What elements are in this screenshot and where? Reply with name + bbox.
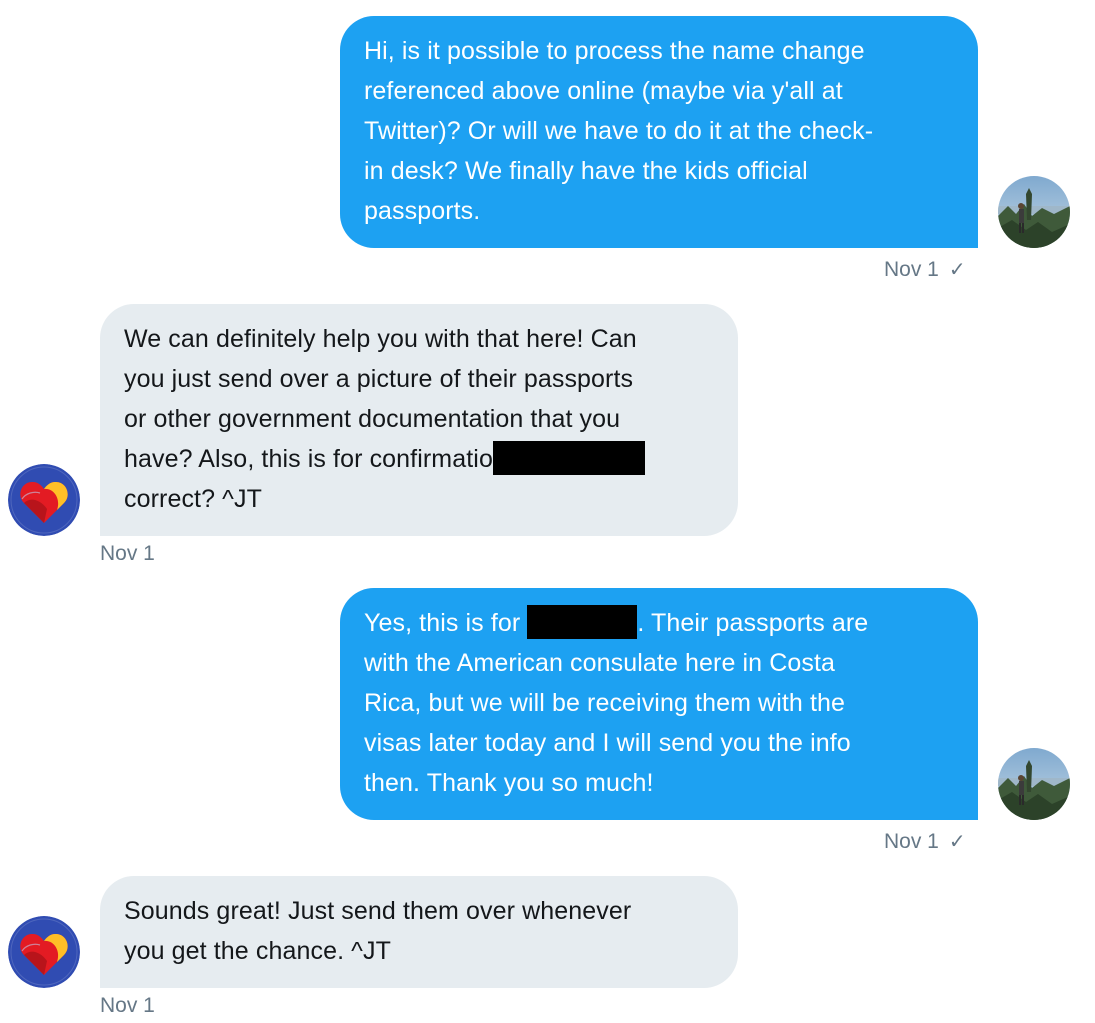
timestamp-text: Nov 1: [884, 258, 939, 281]
message-bubble-received[interactable]: We can definitely help you with that her…: [100, 304, 738, 536]
message-text-line: you get the chance. ^JT: [124, 937, 391, 965]
timestamp-text: Nov 1: [100, 542, 155, 565]
timestamp-text: Nov 1: [100, 994, 155, 1017]
message-text-line: with the American consulate here in Cost…: [364, 649, 836, 677]
message-text-line: in desk? We finally have the kids offici…: [364, 157, 808, 185]
southwest-heart-logo-icon: [8, 464, 80, 536]
message-timestamp: Nov 1 ✓: [884, 830, 966, 854]
checkmark-icon: ✓: [948, 831, 966, 853]
message-text-line: Hi, is it possible to process the name c…: [364, 37, 865, 65]
message-text-line: you just send over a picture of their pa…: [124, 365, 634, 393]
message-timestamp: Nov 1 ✓: [884, 258, 966, 282]
message-bubble-sent[interactable]: Yes, this is for . Their passports are w…: [340, 588, 978, 820]
message-text-line: correct? ^JT: [124, 485, 262, 513]
message-text-line: Rica, but we will be receiving them with…: [364, 689, 845, 717]
user-landscape-avatar-image: [998, 748, 1070, 820]
brand-avatar[interactable]: [8, 464, 80, 536]
message-timestamp: Nov 1: [100, 994, 155, 1018]
timestamp-text: Nov 1: [884, 830, 939, 853]
redaction-box: [527, 605, 638, 640]
brand-avatar[interactable]: [8, 916, 80, 988]
message-text-line: visas later today and I will send you th…: [364, 729, 851, 757]
message-bubble-sent[interactable]: Hi, is it possible to process the name c…: [340, 16, 978, 248]
message-bubble-received[interactable]: Sounds great! Just send them over whenev…: [100, 876, 738, 988]
message-text-segment: Yes, this is for: [364, 609, 528, 637]
message-text-line: Yes, this is for . Their passports are: [364, 603, 954, 643]
message-text-segment: have? Also, this is for confirmatio: [124, 445, 493, 473]
message-text-line: passports.: [364, 197, 481, 225]
user-avatar[interactable]: [998, 176, 1070, 248]
message-text-line: We can definitely help you with that her…: [124, 325, 637, 353]
message-timestamp: Nov 1: [100, 542, 155, 566]
message-text-line: Twitter)? Or will we have to do it at th…: [364, 117, 874, 145]
southwest-heart-logo-icon: [8, 916, 80, 988]
user-landscape-avatar-image: [998, 176, 1070, 248]
message-text-line: then. Thank you so much!: [364, 769, 654, 797]
message-text-line: Sounds great! Just send them over whenev…: [124, 897, 632, 925]
checkmark-icon: ✓: [948, 259, 966, 281]
user-avatar[interactable]: [998, 748, 1070, 820]
message-text-segment: . Their passports are: [637, 609, 869, 637]
message-text-line: have? Also, this is for confirmatio: [124, 439, 714, 479]
message-text-line: or other government documentation that y…: [124, 405, 621, 433]
message-text-line: referenced above online (maybe via y'all…: [364, 77, 843, 105]
redaction-box: [492, 441, 645, 476]
